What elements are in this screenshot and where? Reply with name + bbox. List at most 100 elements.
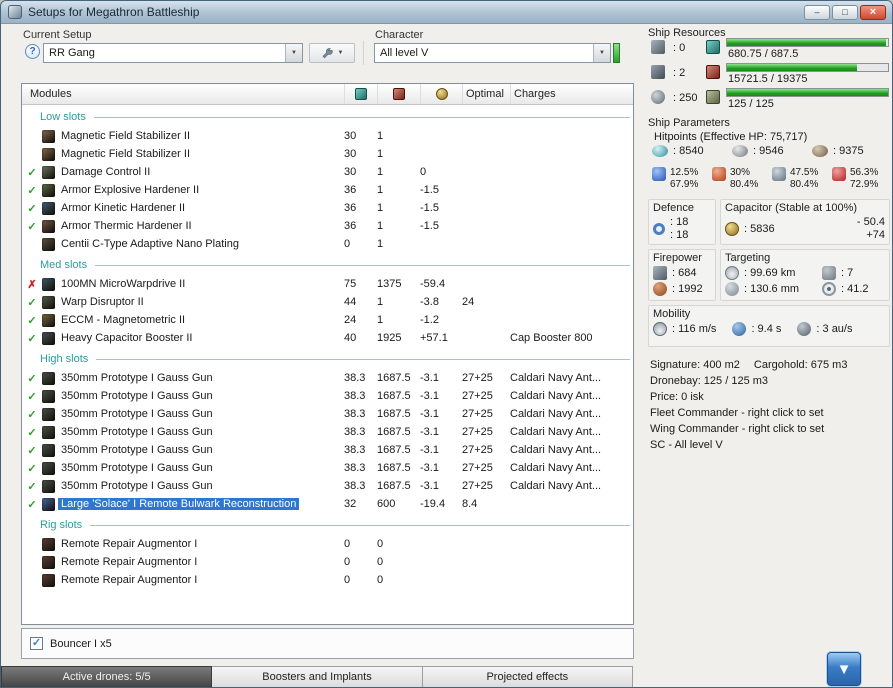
cpu-resource-row: : 0 680.75 / 687.5 bbox=[646, 38, 891, 62]
module-row[interactable]: Damage Control II 30 1 0 bbox=[22, 163, 633, 181]
module-row[interactable]: Armor Explosive Hardener II 36 1 -1.5 bbox=[22, 181, 633, 199]
charge-name: Caldari Navy Ant... bbox=[510, 408, 602, 420]
module-icon bbox=[42, 461, 55, 475]
module-row[interactable]: 350mm Prototype I Gauss Gun 38.3 1687.5 … bbox=[22, 477, 633, 495]
module-row[interactable]: Armor Thermic Hardener II 36 1 -1.5 bbox=[22, 217, 633, 235]
section-divider bbox=[93, 116, 630, 118]
module-row[interactable]: Remote Repair Augmentor I 0 0 bbox=[22, 535, 633, 553]
setup-combobox-arrow[interactable]: ▼ bbox=[285, 44, 302, 62]
wing-commander-setting[interactable]: Wing Commander - right click to set bbox=[650, 421, 847, 437]
module-row[interactable]: Remote Repair Augmentor I 0 0 bbox=[22, 553, 633, 571]
shield-hp: : 8540 bbox=[673, 145, 704, 157]
modules-column-header[interactable]: Modules bbox=[22, 88, 344, 100]
fit-status-icon bbox=[22, 426, 42, 439]
ship-info-block: Signature: 400 m2 Cargohold: 675 m3 Dron… bbox=[650, 357, 847, 453]
setup-tools-button[interactable]: ▼ bbox=[309, 43, 355, 63]
character-combobox-arrow[interactable]: ▼ bbox=[593, 44, 610, 62]
bottom-tabstrip: Active drones: 5/5 Boosters and Implants… bbox=[1, 666, 633, 687]
optimal-column-header[interactable]: Optimal bbox=[462, 84, 510, 104]
turret-hardpoint-icon bbox=[651, 40, 665, 54]
module-row[interactable]: Centii C-Type Adaptive Nano Plating 0 1 bbox=[22, 235, 633, 253]
armor-em-resist: 67.9% bbox=[670, 179, 699, 190]
module-name: 350mm Prototype I Gauss Gun bbox=[61, 444, 213, 456]
help-icon[interactable]: ? bbox=[25, 44, 40, 59]
defence-value-1: : 18 bbox=[670, 216, 689, 228]
thermal-resist-group: 56.3% 72.9% bbox=[832, 167, 892, 191]
max-velocity-icon bbox=[653, 322, 667, 336]
module-cap-use: 0 bbox=[420, 166, 427, 178]
module-name: Remote Repair Augmentor I bbox=[61, 574, 198, 586]
module-row[interactable]: Heavy Capacitor Booster II 40 1925 +57.1… bbox=[22, 329, 633, 347]
maximize-button[interactable]: □ bbox=[832, 5, 858, 20]
module-icon bbox=[42, 425, 55, 439]
module-row[interactable]: Warp Disruptor II 44 1 -3.8 24 bbox=[22, 293, 633, 311]
module-icon bbox=[42, 443, 55, 457]
scan-resolution: : 130.6 mm bbox=[744, 283, 800, 295]
module-name: Remote Repair Augmentor I bbox=[61, 538, 198, 550]
module-row[interactable]: 350mm Prototype I Gauss Gun 38.3 1687.5 … bbox=[22, 405, 633, 423]
module-row[interactable]: 350mm Prototype I Gauss Gun 38.3 1687.5 … bbox=[22, 459, 633, 477]
module-row[interactable]: Armor Kinetic Hardener II 36 1 -1.5 bbox=[22, 199, 633, 217]
defence-title: Defence bbox=[653, 202, 694, 214]
calibration-value: : 250 bbox=[673, 92, 698, 104]
cpu-value: 680.75 / 687.5 bbox=[728, 48, 799, 60]
module-optimal: 27+25 bbox=[462, 444, 493, 456]
module-name: ECCM - Magnetometric II bbox=[61, 314, 186, 326]
setup-combobox[interactable]: RR Gang ▼ bbox=[43, 43, 303, 63]
close-button[interactable]: × bbox=[860, 5, 886, 20]
module-icon bbox=[42, 201, 55, 215]
module-powergrid: 1 bbox=[377, 296, 384, 308]
charges-column-header[interactable]: Charges bbox=[510, 84, 633, 104]
module-icon bbox=[42, 497, 55, 511]
powergrid-value: 15721.5 / 19375 bbox=[728, 73, 808, 85]
module-row[interactable]: Magnetic Field Stabilizer II 30 1 bbox=[22, 145, 633, 163]
drone-bandwidth-bar bbox=[726, 88, 889, 97]
module-name: 350mm Prototype I Gauss Gun bbox=[61, 426, 213, 438]
kinetic-resist-group: 47.5% 80.4% bbox=[772, 167, 832, 191]
tab-active-drones[interactable]: Active drones: 5/5 bbox=[1, 666, 213, 687]
scan-resolution-icon bbox=[725, 282, 739, 296]
minimize-button[interactable]: – bbox=[804, 5, 830, 20]
module-row[interactable]: Remote Repair Augmentor I 0 0 bbox=[22, 571, 633, 589]
section-title: High slots bbox=[40, 353, 89, 365]
module-row[interactable]: Large 'Solace' I Remote Bulwark Reconstr… bbox=[22, 495, 633, 513]
module-row[interactable]: 350mm Prototype I Gauss Gun 38.3 1687.5 … bbox=[22, 441, 633, 459]
drone-checkbox[interactable]: ✓ bbox=[30, 637, 43, 650]
module-row[interactable]: 350mm Prototype I Gauss Gun 38.3 1687.5 … bbox=[22, 387, 633, 405]
tab-projected-effects[interactable]: Projected effects bbox=[422, 666, 633, 687]
armor-kinetic-resist: 80.4% bbox=[790, 179, 819, 190]
module-list: Modules Optimal Charges Low slots Magnet… bbox=[21, 83, 634, 625]
targeting-title: Targeting bbox=[725, 252, 771, 264]
charge-name: Caldari Navy Ant... bbox=[510, 444, 602, 456]
drone-label[interactable]: Bouncer I x5 bbox=[50, 638, 112, 650]
ship-stats-panel: Ship Resources : 0 680.75 / 687.5 : 2 15… bbox=[646, 27, 891, 667]
structure-icon bbox=[812, 145, 828, 157]
tab-boosters-implants[interactable]: Boosters and Implants bbox=[212, 666, 423, 687]
module-powergrid: 1687.5 bbox=[377, 480, 411, 492]
module-row[interactable]: 350mm Prototype I Gauss Gun 38.3 1687.5 … bbox=[22, 423, 633, 441]
powergrid-column-icon bbox=[393, 88, 405, 100]
section-title: Rig slots bbox=[40, 519, 83, 531]
module-icon bbox=[42, 407, 55, 421]
module-icon bbox=[42, 295, 55, 309]
module-row[interactable]: 350mm Prototype I Gauss Gun 38.3 1687.5 … bbox=[22, 369, 633, 387]
character-combobox[interactable]: All level V ▼ bbox=[374, 43, 611, 63]
module-cap-use: +57.1 bbox=[420, 332, 448, 344]
module-cap-use: -3.1 bbox=[420, 390, 439, 402]
module-row[interactable]: Magnetic Field Stabilizer II 30 1 bbox=[22, 127, 633, 145]
fit-status-icon bbox=[22, 220, 42, 233]
module-name: 350mm Prototype I Gauss Gun bbox=[61, 390, 213, 402]
module-name: 350mm Prototype I Gauss Gun bbox=[61, 462, 213, 474]
squad-commander-setting[interactable]: SC - All level V bbox=[650, 437, 847, 453]
module-row[interactable]: ECCM - Magnetometric II 24 1 -1.2 bbox=[22, 311, 633, 329]
module-powergrid: 1 bbox=[377, 184, 384, 196]
module-cpu: 32 bbox=[344, 498, 357, 510]
fleet-commander-setting[interactable]: Fleet Commander - right click to set bbox=[650, 405, 847, 421]
module-row[interactable]: 100MN MicroWarpdrive II 75 1375 -59.4 bbox=[22, 275, 633, 293]
max-targets: : 7 bbox=[841, 267, 854, 279]
titlebar[interactable]: Setups for Megathron Battleship – □ × bbox=[1, 1, 892, 24]
module-powergrid: 1687.5 bbox=[377, 372, 411, 384]
current-setup-label: Current Setup bbox=[23, 29, 92, 41]
charge-name: Cap Booster 800 bbox=[510, 332, 593, 344]
warp-speed: : 3 au/s bbox=[816, 323, 853, 335]
